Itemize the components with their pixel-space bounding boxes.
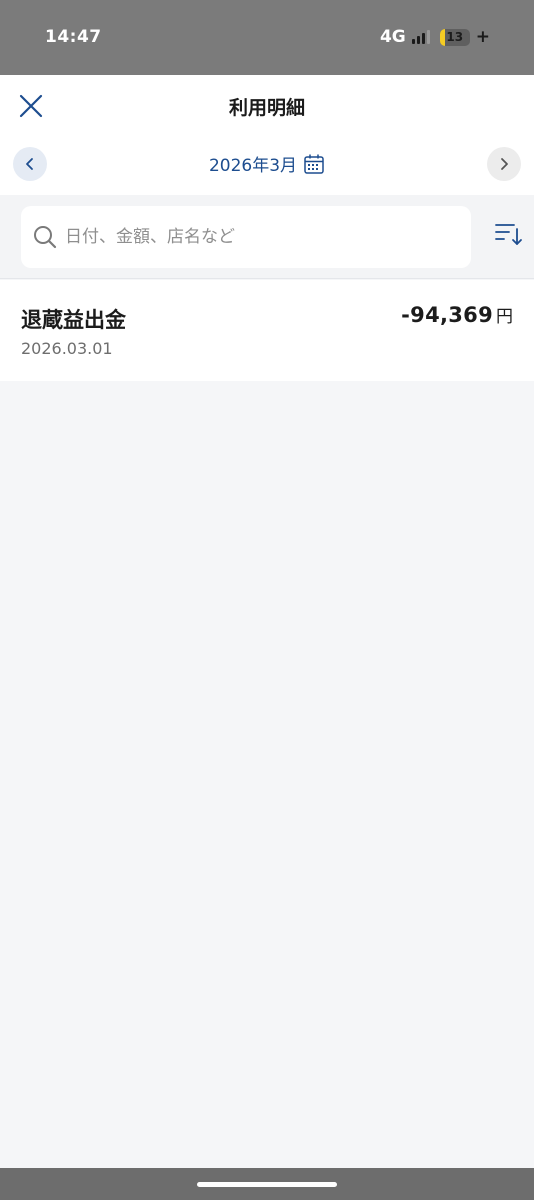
search-icon [34,226,57,249]
transaction-title: 退蔵益出金 [21,308,126,332]
calendar-icon [304,154,324,174]
status-indicators: 4G 13 + [380,27,490,47]
sort-icon [495,224,522,245]
amount-value: -94,369 [401,303,493,327]
transaction-date: 2026.03.01 [21,339,113,358]
battery-icon: 13 [439,28,470,46]
amount-unit: 円 [496,307,513,327]
chevron-right-icon [501,158,508,170]
transaction-list: 退蔵益出金 2026.03.01 -94,369 円 [0,280,534,381]
charging-indicator: + [475,27,490,47]
current-month: 2026年3月 [208,156,298,176]
home-bar-area [0,1168,534,1200]
search-box[interactable] [21,206,471,268]
network-type: 4G [379,27,406,47]
search-input[interactable] [65,227,445,247]
search-area [0,195,534,279]
status-time: 14:47 [45,27,102,47]
status-bar: 14:47 4G 13 + [0,0,534,75]
next-month-button[interactable] [487,147,521,181]
sort-button[interactable] [494,219,524,249]
home-indicator[interactable] [197,1182,337,1187]
battery-fill [439,28,445,46]
battery-level: 13 [446,30,464,44]
header: 利用明細 2026年3月 [0,75,534,195]
transaction-amount: -94,369 円 [401,302,513,327]
month-selector[interactable]: 2026年3月 [0,151,534,176]
month-navigator: 2026年3月 [0,145,534,181]
signal-icon [411,30,430,44]
page-title: 利用明細 [228,97,305,119]
